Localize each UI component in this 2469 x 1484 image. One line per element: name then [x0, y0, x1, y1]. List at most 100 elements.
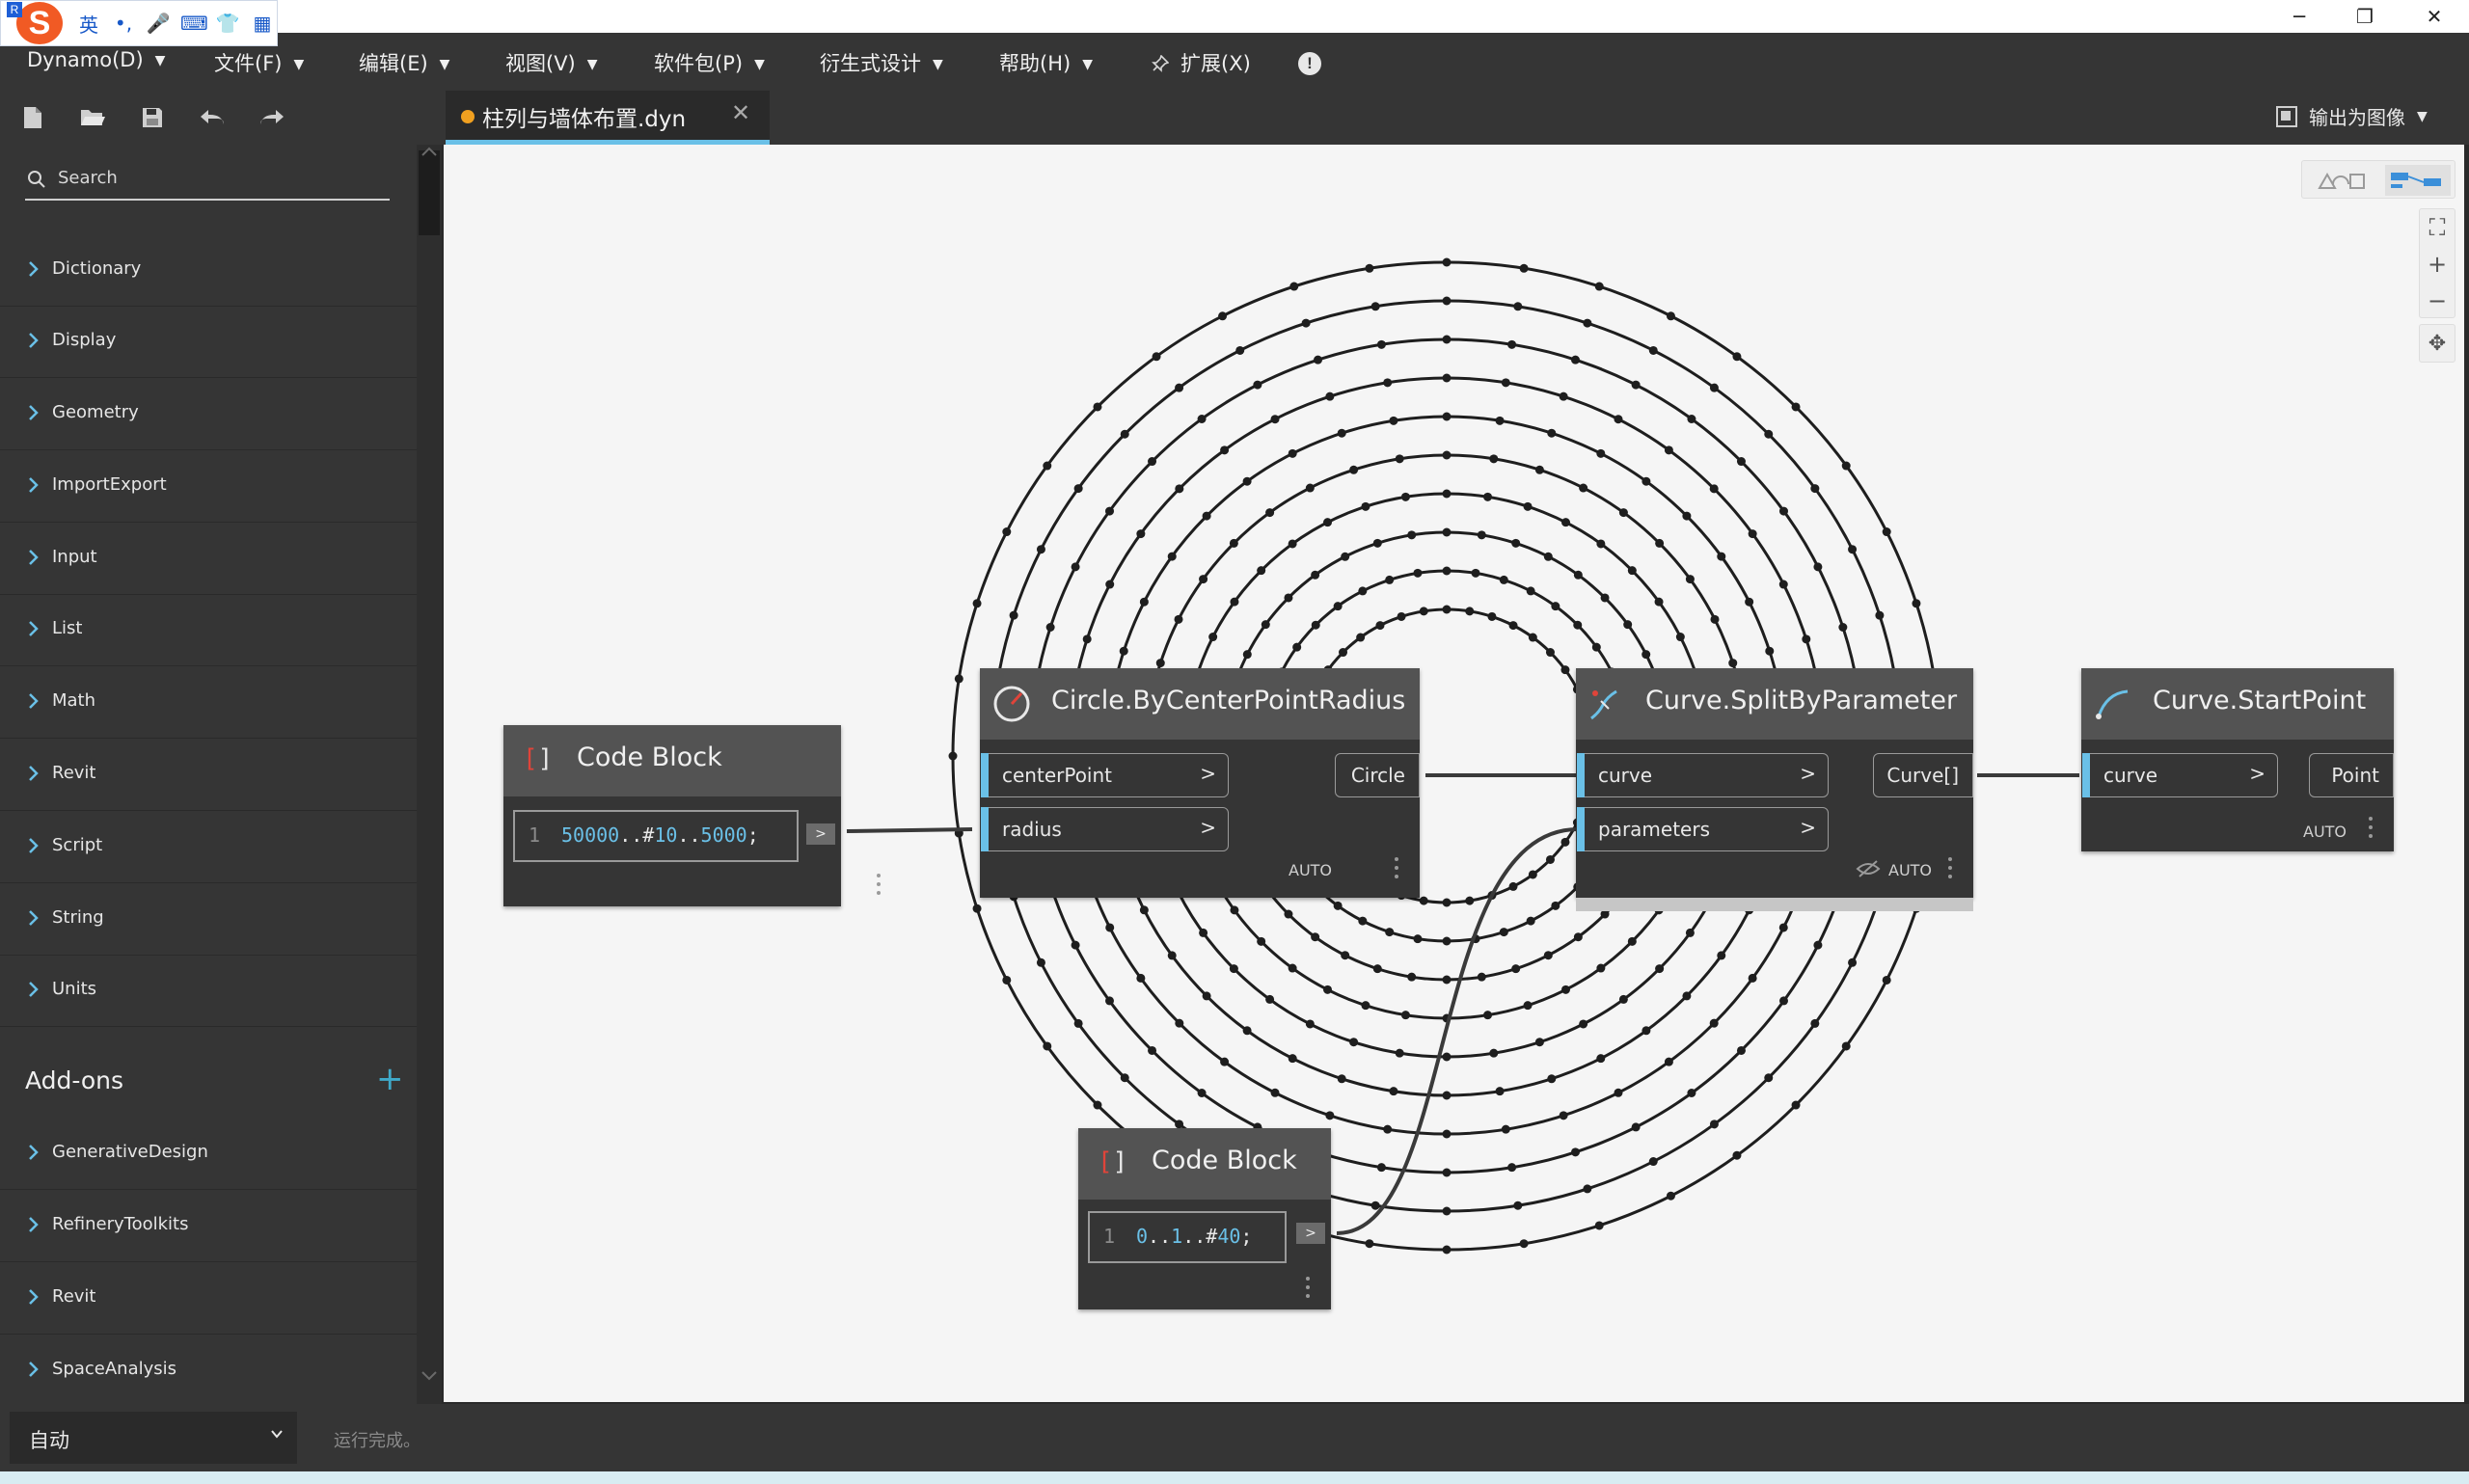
- code-token: ..: [1148, 1225, 1172, 1248]
- menu-dynamo[interactable]: Dynamo(D) ▼: [27, 48, 165, 71]
- library-category-revit[interactable]: Revit: [0, 740, 417, 811]
- dynamo-app: S R 英 •, 🎤 ⌨ 👕 ▦ ─ ❐ ✕ Dynamo(D) ▼ 文件(F) ▼…: [0, 0, 2469, 1484]
- undo-icon[interactable]: [197, 102, 228, 133]
- ime-lang-toggle[interactable]: 英: [76, 10, 101, 38]
- library-category-geometry[interactable]: Geometry: [0, 379, 417, 450]
- library-category-dictionary[interactable]: Dictionary: [0, 235, 417, 307]
- library-category-label: Math: [52, 690, 96, 711]
- restore-button[interactable]: ❐: [2332, 0, 2398, 33]
- chevron-right-icon: [29, 910, 39, 926]
- menu-extensions-label: 扩展(X): [1180, 52, 1251, 75]
- curve-start-point-icon: [2096, 689, 2129, 719]
- library-category-importexport[interactable]: ImportExport: [0, 451, 417, 523]
- close-window-button[interactable]: ✕: [2401, 0, 2467, 33]
- search-input[interactable]: Search: [25, 158, 390, 201]
- library-category-math[interactable]: Math: [0, 667, 417, 739]
- preview-hidden-icon[interactable]: [1856, 859, 1881, 878]
- menu-file[interactable]: 文件(F) ▼: [214, 48, 304, 77]
- output-port[interactable]: >: [806, 823, 835, 845]
- node-menu-icon[interactable]: [877, 874, 882, 899]
- code-editor[interactable]: 1 50000..#10..5000;: [513, 810, 799, 862]
- tab-workspace[interactable]: 柱列与墙体布置.dyn ✕: [446, 91, 770, 145]
- menu-view[interactable]: 视图(V) ▼: [505, 48, 598, 77]
- node-header[interactable]: [] Code Block: [1078, 1128, 1331, 1200]
- input-port-curve[interactable]: curve >: [2082, 753, 2278, 797]
- node-curve-start-point[interactable]: Curve.StartPoint curve > Point AUTO: [2081, 668, 2394, 851]
- library-addon-generativedesign[interactable]: GenerativeDesign: [0, 1119, 417, 1190]
- menu-generative-design[interactable]: 衍生式设计 ▼: [820, 48, 943, 77]
- library-category-display[interactable]: Display: [0, 307, 417, 378]
- library-category-list[interactable]: List: [0, 595, 417, 666]
- chevron-down-icon: ▼: [154, 53, 166, 68]
- node-header[interactable]: Circle.ByCenterPointRadius: [980, 668, 1420, 740]
- add-package-button[interactable]: +: [376, 1063, 404, 1095]
- keyboard-icon[interactable]: ⌨: [180, 12, 208, 35]
- input-port-radius[interactable]: radius >: [981, 807, 1229, 851]
- toolbox-icon[interactable]: ▦: [250, 12, 275, 35]
- menu-edit[interactable]: 编辑(E) ▼: [359, 48, 449, 77]
- node-menu-icon[interactable]: [2369, 817, 2374, 842]
- menu-extensions[interactable]: 扩展(X): [1152, 48, 1251, 77]
- skin-icon[interactable]: 👕: [215, 12, 240, 35]
- scroll-up-icon[interactable]: [419, 145, 440, 158]
- wire-radius[interactable]: [846, 827, 973, 833]
- scrollbar-thumb[interactable]: [419, 150, 440, 235]
- library-category-label: String: [52, 907, 104, 928]
- sogou-logo[interactable]: S R: [7, 2, 67, 44]
- menu-packages[interactable]: 软件包(P) ▼: [654, 48, 765, 77]
- node-header[interactable]: Curve.StartPoint: [2081, 668, 2394, 740]
- graph-canvas[interactable]: ⛶ + − ✥ [] Code Block 1 50000..#10..5000…: [442, 145, 2464, 1402]
- code-token: 5000: [700, 823, 747, 847]
- save-icon[interactable]: [137, 102, 168, 133]
- menu-help[interactable]: 帮助(H) ▼: [999, 48, 1093, 77]
- output-port-point[interactable]: Point: [2309, 753, 2394, 797]
- lacing-mode[interactable]: AUTO: [1289, 861, 1332, 879]
- export-as-image-button[interactable]: 输出为图像 ▼: [2276, 102, 2428, 130]
- port-arrow: >: [1200, 762, 1216, 785]
- info-icon[interactable]: !: [1298, 52, 1321, 75]
- output-port-circle[interactable]: Circle: [1335, 753, 1420, 797]
- port-label: Point: [2331, 764, 2379, 787]
- open-folder-icon[interactable]: [77, 102, 108, 133]
- library-category-string[interactable]: String: [0, 884, 417, 956]
- node-menu-icon[interactable]: [1306, 1277, 1312, 1302]
- lacing-mode[interactable]: AUTO: [2303, 823, 2347, 841]
- library-category-units[interactable]: Units: [0, 956, 417, 1027]
- code-editor[interactable]: 1 0..1..#40;: [1088, 1211, 1287, 1263]
- node-code-block-parameters[interactable]: [] Code Block 1 0..1..#40; >: [1078, 1128, 1331, 1309]
- node-menu-icon[interactable]: [1948, 857, 1954, 882]
- library-addon-spaceanalysis[interactable]: SpaceAnalysis: [0, 1336, 417, 1407]
- node-header[interactable]: Curve.SplitByParameter: [1576, 668, 1973, 740]
- library-addon-refinerytoolkits[interactable]: RefineryToolkits: [0, 1191, 417, 1262]
- library-panel: Search Dictionary Display Geometry Impor…: [0, 145, 417, 1407]
- library-scrollbar[interactable]: [417, 145, 442, 1404]
- line-number: 1: [1103, 1225, 1116, 1248]
- microphone-icon[interactable]: 🎤: [146, 12, 171, 35]
- close-icon[interactable]: ✕: [731, 99, 750, 126]
- node-code-block-range[interactable]: [] Code Block 1 50000..#10..5000; >: [503, 725, 881, 906]
- circle-icon: [993, 686, 1030, 722]
- node-circle-by-center-point-radius[interactable]: Circle.ByCenterPointRadius centerPoint > …: [980, 668, 1420, 898]
- output-port[interactable]: >: [1296, 1223, 1325, 1244]
- minimize-button[interactable]: ─: [2266, 0, 2332, 33]
- node-curve-split-by-parameter[interactable]: Curve.SplitByParameter curve > parameters…: [1576, 668, 1973, 911]
- library-category-input[interactable]: Input: [0, 524, 417, 595]
- code-token: 1: [1171, 1225, 1183, 1248]
- run-mode-select[interactable]: 自动: [10, 1412, 297, 1464]
- redo-icon[interactable]: [257, 102, 287, 133]
- port-label: curve: [1598, 764, 1653, 787]
- new-file-icon[interactable]: [17, 102, 48, 133]
- lacing-mode[interactable]: AUTO: [1888, 861, 1932, 879]
- ime-punctuation-toggle[interactable]: •,: [111, 12, 136, 35]
- library-category-label: Input: [52, 547, 97, 567]
- node-menu-icon[interactable]: [1395, 857, 1400, 882]
- input-port-curve[interactable]: curve >: [1577, 753, 1829, 797]
- scroll-down-icon[interactable]: [419, 1369, 440, 1383]
- node-header[interactable]: [] Code Block: [503, 725, 841, 796]
- output-port-curve-array[interactable]: Curve[]: [1873, 753, 1973, 797]
- library-category-script[interactable]: Script: [0, 812, 417, 883]
- input-port-centerpoint[interactable]: centerPoint >: [981, 753, 1229, 797]
- library-category-label: Dictionary: [52, 258, 142, 279]
- input-port-parameters[interactable]: parameters >: [1577, 807, 1829, 851]
- library-addon-revit[interactable]: Revit: [0, 1263, 417, 1335]
